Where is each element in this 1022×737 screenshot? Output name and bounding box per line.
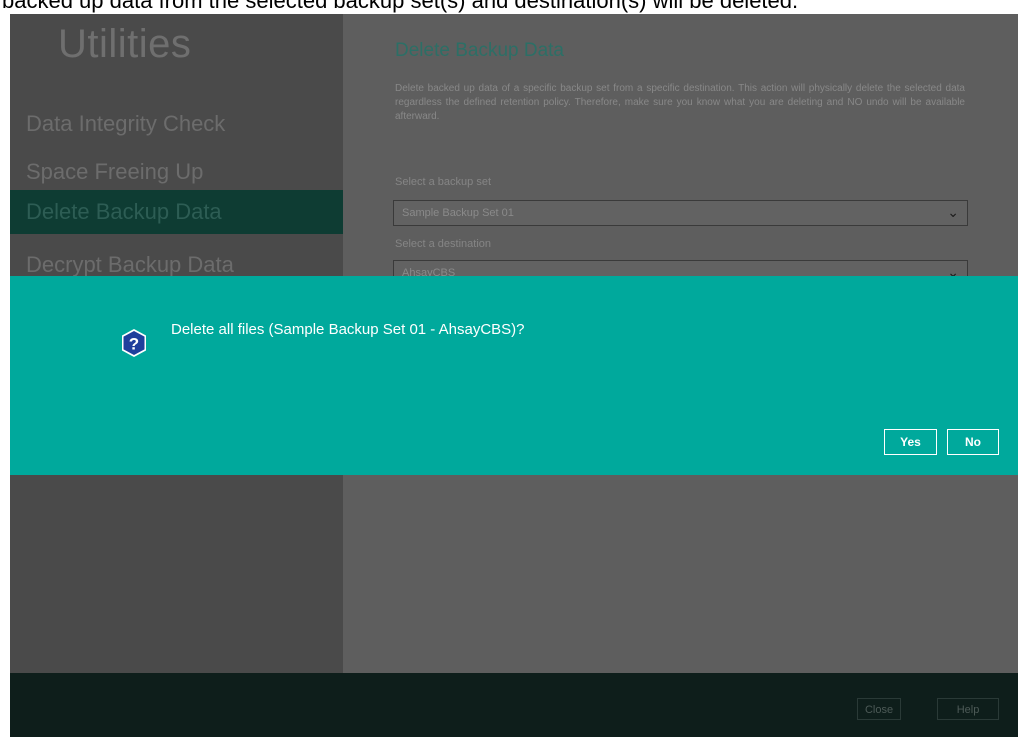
dialog-message: Delete all files (Sample Backup Set 01 -… — [171, 321, 525, 338]
svg-text:?: ? — [129, 335, 139, 354]
app-window: Utilities Data Integrity Check Space Fre… — [10, 14, 1018, 737]
sidebar-item-space-freeing-up[interactable]: Space Freeing Up — [10, 150, 343, 194]
confirm-dialog: ? Delete all files (Sample Backup Set 01… — [10, 276, 1018, 475]
no-button[interactable]: No — [947, 429, 999, 455]
caption-strip: backed up data from the selected backup … — [0, 0, 1022, 14]
question-icon: ? — [122, 329, 146, 357]
destination-label: Select a destination — [395, 238, 492, 250]
close-button[interactable]: Close — [857, 698, 901, 720]
yes-button[interactable]: Yes — [884, 429, 937, 455]
sidebar-item-delete-backup-data[interactable]: Delete Backup Data — [10, 190, 343, 234]
caption-text: backed up data from the selected backup … — [2, 0, 799, 13]
backup-set-select[interactable]: Sample Backup Set 01 ⌄ — [393, 200, 968, 226]
page-title: Delete Backup Data — [395, 40, 564, 61]
footer-bar: Close Help — [10, 673, 1018, 737]
help-button[interactable]: Help — [937, 698, 999, 720]
backup-set-label: Select a backup set — [395, 176, 492, 188]
chevron-down-icon: ⌄ — [947, 204, 959, 220]
sidebar-title: Utilities — [58, 22, 192, 66]
backup-set-value: Sample Backup Set 01 — [402, 207, 514, 219]
sidebar-item-data-integrity-check[interactable]: Data Integrity Check — [10, 102, 343, 146]
description-text: Delete backed up data of a specific back… — [395, 83, 965, 122]
